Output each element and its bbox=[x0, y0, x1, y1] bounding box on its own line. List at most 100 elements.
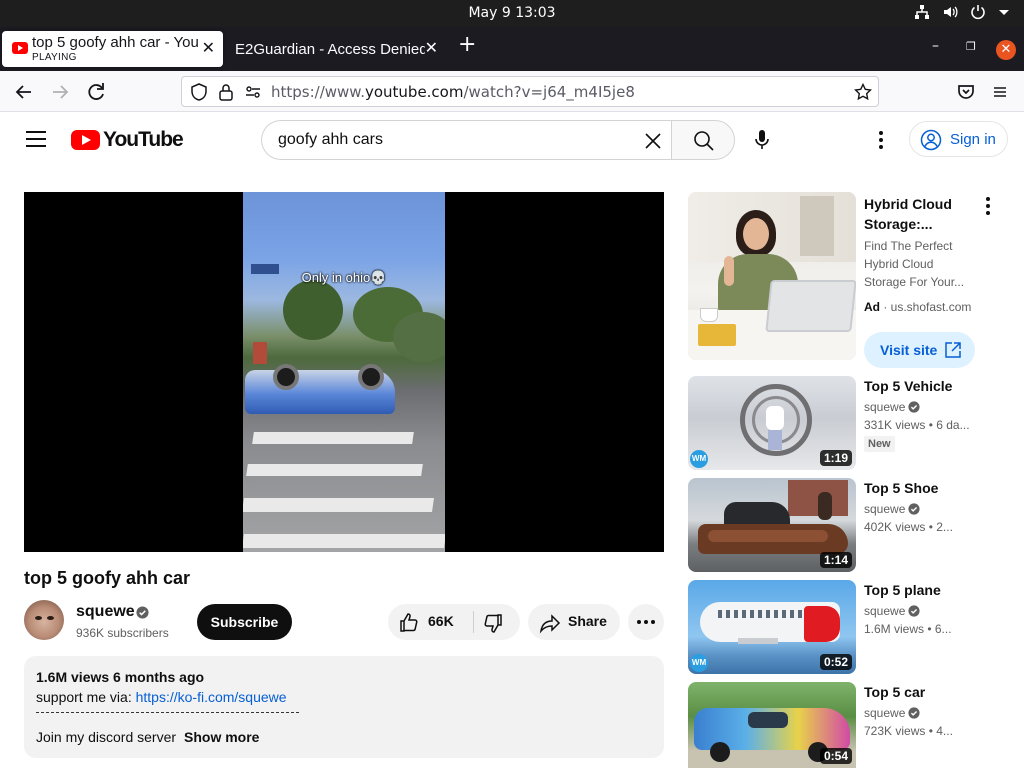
share-label: Share bbox=[568, 613, 607, 629]
video-duration: 1:19 bbox=[819, 450, 852, 466]
window-close-icon[interactable]: ✕ bbox=[996, 40, 1016, 60]
sign-in-label: Sign in bbox=[950, 131, 996, 148]
system-tray[interactable] bbox=[914, 4, 1010, 20]
watermark-logo: WM bbox=[690, 654, 708, 672]
clear-search-icon[interactable] bbox=[642, 130, 664, 152]
reload-icon[interactable] bbox=[84, 80, 108, 104]
search-input[interactable]: goofy ahh cars bbox=[261, 120, 672, 160]
volume-icon bbox=[944, 6, 958, 18]
permissions-icon[interactable] bbox=[244, 83, 262, 101]
youtube-header: YouTube goofy ahh cars Sign in bbox=[0, 112, 1024, 168]
shield-icon[interactable] bbox=[190, 83, 208, 101]
verified-badge-icon bbox=[908, 605, 920, 617]
power-icon bbox=[971, 5, 985, 20]
visit-site-label: Visit site bbox=[880, 342, 938, 358]
verified-badge-icon bbox=[908, 503, 920, 515]
video-caption: Only in ohio💀 bbox=[301, 270, 387, 285]
url-prefix: https://www. bbox=[271, 83, 365, 101]
description-line: support me via: https://ko-fi.com/squewe bbox=[36, 689, 287, 705]
more-actions-button[interactable] bbox=[628, 604, 664, 640]
video-title[interactable]: Top 5 plane bbox=[864, 580, 974, 600]
description-text: support me via: bbox=[36, 689, 136, 705]
forward-arrow-icon[interactable] bbox=[48, 80, 72, 104]
tab-close-icon[interactable]: ✕ bbox=[425, 40, 438, 56]
channel-name[interactable]: squewe bbox=[76, 603, 135, 621]
video-views: 402K views • 2... bbox=[864, 520, 953, 534]
video-thumbnail[interactable]: WM 0:52 bbox=[688, 580, 856, 674]
channel-name: squewe bbox=[864, 502, 920, 516]
video-title[interactable]: Top 5 Shoe bbox=[864, 478, 974, 498]
watermark-logo: WM bbox=[690, 450, 708, 468]
channel-label[interactable]: squewe bbox=[864, 706, 905, 720]
thumbs-down-icon[interactable] bbox=[482, 612, 504, 634]
ad-title[interactable]: Hybrid Cloud Storage:... bbox=[864, 194, 964, 234]
url-bar[interactable]: https://www.youtube.com/watch?v=j64_m4I5… bbox=[181, 76, 879, 107]
microphone-icon[interactable] bbox=[750, 128, 774, 152]
sidebar-ad[interactable]: Hybrid Cloud Storage:... Find The Perfec… bbox=[688, 192, 1008, 368]
sign-in-button[interactable]: Sign in bbox=[909, 121, 1008, 157]
channel-label[interactable]: squewe bbox=[864, 604, 905, 618]
video-thumbnail[interactable]: 1:14 bbox=[688, 478, 856, 572]
youtube-play-logo-icon bbox=[71, 130, 100, 150]
like-dislike-segment: 66K bbox=[388, 604, 520, 640]
channel-label[interactable]: squewe bbox=[864, 400, 905, 414]
youtube-favicon-icon bbox=[12, 42, 28, 54]
tab-youtube[interactable]: top 5 goofy ahh car - YouTube PLAYING ✕ bbox=[2, 31, 223, 67]
system-clock[interactable]: May 9 13:03 bbox=[0, 5, 1024, 21]
ad-source: Ad · us.shofast.com bbox=[864, 300, 972, 314]
back-arrow-icon[interactable] bbox=[12, 80, 36, 104]
channel-label[interactable]: squewe bbox=[864, 502, 905, 516]
tab-close-icon[interactable]: ✕ bbox=[202, 40, 215, 56]
ad-options-kebab-icon[interactable] bbox=[984, 196, 992, 216]
channel-avatar[interactable] bbox=[24, 600, 64, 640]
subscriber-count: 936K subscribers bbox=[76, 626, 169, 640]
video-views: 331K views • 6 da... bbox=[864, 418, 970, 432]
video-thumbnail[interactable]: WM 1:19 bbox=[688, 376, 856, 470]
video-title[interactable]: Top 5 Vehicle bbox=[864, 376, 974, 396]
thumbs-up-icon[interactable] bbox=[398, 612, 420, 634]
restore-icon[interactable]: ❐ bbox=[966, 40, 976, 53]
ad-body: Find The Perfect Hybrid Cloud Storage Fo… bbox=[864, 239, 965, 289]
video-title[interactable]: Top 5 car bbox=[864, 682, 974, 702]
show-more-button[interactable]: Show more bbox=[184, 729, 259, 745]
video-title: top 5 goofy ahh car bbox=[24, 568, 191, 588]
network-icon bbox=[915, 5, 929, 19]
search-button[interactable] bbox=[671, 120, 735, 160]
youtube-logo[interactable]: YouTube bbox=[71, 128, 184, 151]
description-divider bbox=[36, 712, 299, 713]
hamburger-menu-icon[interactable] bbox=[988, 80, 1012, 104]
bookmark-star-icon[interactable] bbox=[854, 83, 872, 101]
url-domain: youtube.com bbox=[364, 83, 464, 101]
lock-icon[interactable] bbox=[218, 83, 234, 101]
tab-playing-label: PLAYING bbox=[32, 52, 77, 63]
minimize-icon[interactable]: – bbox=[932, 38, 939, 54]
ad-thumbnail[interactable] bbox=[688, 192, 856, 360]
video-thumbnail[interactable]: 0:54 bbox=[688, 682, 856, 768]
external-link-icon bbox=[945, 342, 961, 358]
system-top-bar: May 9 13:03 bbox=[0, 0, 1024, 27]
video-duration: 0:54 bbox=[819, 748, 852, 764]
visit-site-button[interactable]: Visit site bbox=[864, 332, 975, 368]
settings-kebab-icon[interactable] bbox=[877, 130, 885, 150]
like-count[interactable]: 66K bbox=[428, 613, 454, 629]
chevron-down-icon bbox=[999, 10, 1009, 15]
video-views: 723K views • 4... bbox=[864, 724, 953, 738]
video-player[interactable]: Only in ohio💀 bbox=[24, 192, 664, 552]
share-button[interactable]: Share bbox=[528, 604, 620, 640]
pocket-icon[interactable] bbox=[954, 80, 978, 104]
video-description[interactable]: 1.6M views 6 months ago support me via: … bbox=[24, 656, 664, 758]
url-text[interactable]: https://www.youtube.com/watch?v=j64_m4I5… bbox=[271, 83, 635, 101]
search-query[interactable]: goofy ahh cars bbox=[278, 131, 383, 149]
verified-badge-icon bbox=[908, 401, 920, 413]
new-tab-plus-icon[interactable]: + bbox=[458, 34, 476, 56]
browser-toolbar: https://www.youtube.com/watch?v=j64_m4I5… bbox=[0, 71, 1024, 112]
share-arrow-icon bbox=[539, 614, 561, 634]
account-icon bbox=[920, 129, 942, 151]
kofi-link[interactable]: https://ko-fi.com/squewe bbox=[136, 689, 287, 705]
tab-e2guardian[interactable]: E2Guardian - Access Denied ✕ bbox=[226, 31, 446, 67]
tab-title: E2Guardian - Access Denied bbox=[235, 41, 425, 58]
browser-tab-strip: top 5 goofy ahh car - YouTube PLAYING ✕ … bbox=[0, 27, 1024, 71]
subscribe-button[interactable]: Subscribe bbox=[197, 604, 292, 640]
channel-name: squewe bbox=[864, 706, 920, 720]
guide-menu-icon[interactable] bbox=[26, 131, 46, 147]
